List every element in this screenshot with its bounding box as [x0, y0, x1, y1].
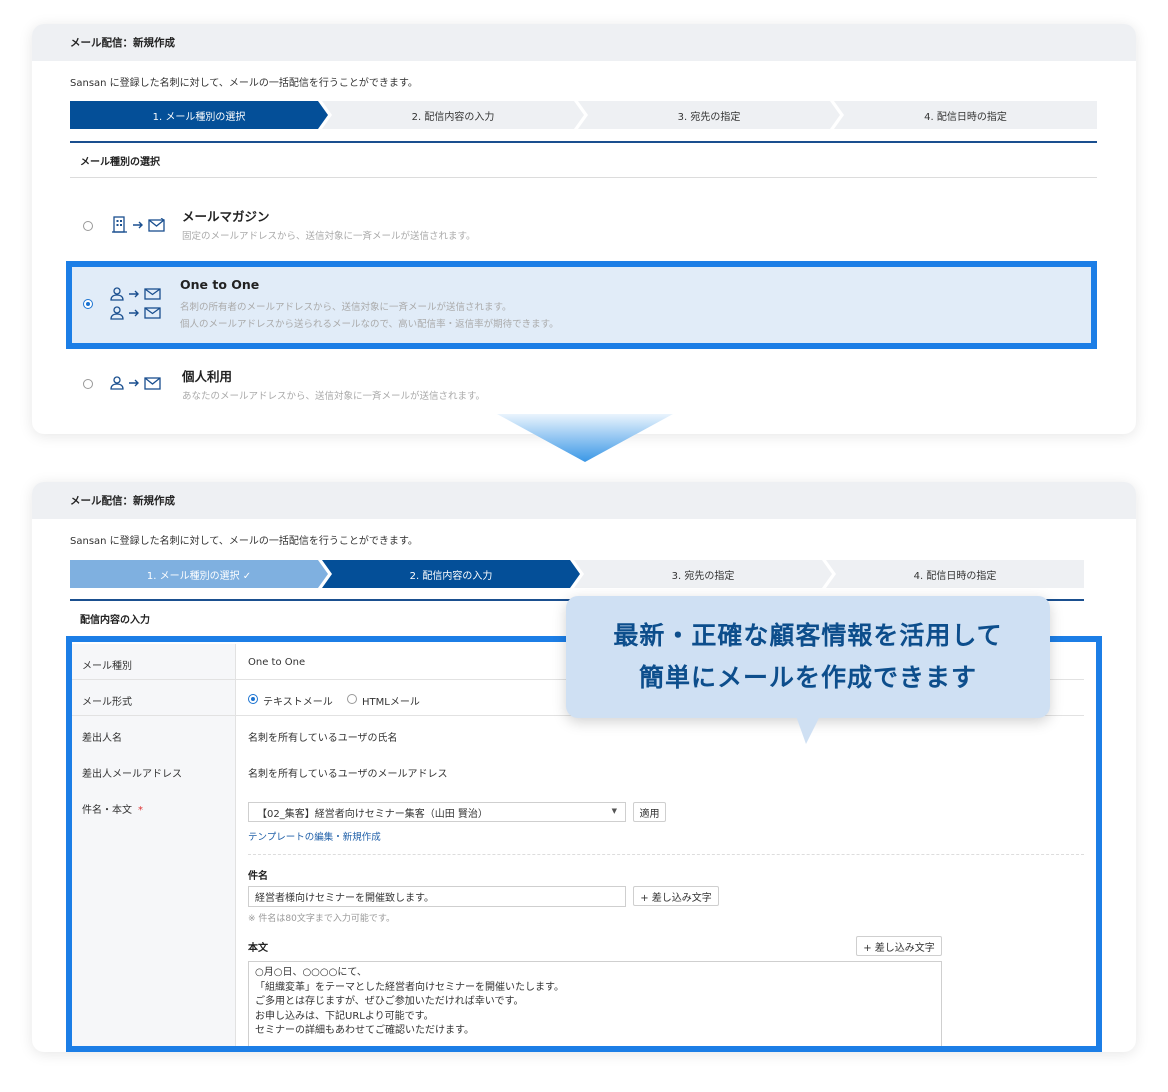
radio-personal[interactable] [83, 379, 93, 389]
option-title: 個人利用 [182, 369, 233, 384]
building-icon [112, 216, 127, 233]
step-4[interactable]: 4. 配信日時の指定 [826, 560, 1084, 588]
option-mail-magazine[interactable]: メールマガジン 固定のメールアドレスから、送信対象に一斉メールが送信されます。 [70, 194, 1097, 254]
panel-description: Sansan に登録した名刺に対して、メールの一括配信を行うことができます。 [70, 536, 418, 547]
option-personal[interactable]: 個人利用 あなたのメールアドレスから、送信対象に一斉メールが送信されます。 [70, 354, 1097, 414]
feature-callout: 最新・正確な顧客情報を活用して 簡単にメールを作成できます [566, 596, 1050, 718]
building-to-mail-icon [112, 216, 166, 233]
step-2[interactable]: 2. 配信内容の入力 [322, 101, 584, 129]
divider [70, 177, 1097, 178]
mail-icon [148, 217, 165, 232]
step-progress: 1. メール種別の選択 2. 配信内容の入力 3. 宛先の指定 4. 配信日時の… [70, 101, 1097, 129]
callout-line-2: 簡単にメールを作成できます [638, 663, 977, 692]
section-title: 配信内容の入力 [80, 615, 150, 626]
arrow-right-icon [133, 221, 143, 228]
selected-option-highlight [66, 261, 1097, 349]
step-3[interactable]: 3. 宛先の指定 [578, 101, 840, 129]
arrow-right-icon [129, 379, 139, 387]
step-2[interactable]: 2. 配信内容の入力 [322, 560, 580, 588]
mail-icon [144, 377, 161, 390]
option-description: 固定のメールアドレスから、送信対象に一斉メールが送信されます。 [182, 231, 476, 242]
panel-header: メール配信：新規作成 [32, 482, 1136, 519]
radio-mail-magazine[interactable] [83, 221, 93, 231]
section-title: メール種別の選択 [80, 157, 160, 168]
callout-tail [796, 716, 820, 744]
step-1[interactable]: 1. メール種別の選択 ✓ [70, 560, 328, 588]
person-to-mail-icon [110, 376, 162, 390]
option-description: あなたのメールアドレスから、送信対象に一斉メールが送信されます。 [182, 391, 486, 402]
panel-description: Sansan に登録した名刺に対して、メールの一括配信を行うことができます。 [70, 78, 418, 89]
step-4[interactable]: 4. 配信日時の指定 [834, 101, 1097, 129]
panel-header: メール配信：新規作成 [32, 24, 1136, 61]
step-1[interactable]: 1. メール種別の選択 [70, 101, 328, 129]
callout-line-1: 最新・正確な顧客情報を活用して [613, 621, 1003, 650]
option-title: メールマガジン [182, 209, 270, 224]
step-progress: 1. メール種別の選択 ✓ 2. 配信内容の入力 3. 宛先の指定 4. 配信日… [70, 560, 1084, 588]
person-icon [110, 376, 124, 390]
divider [70, 141, 1097, 143]
down-arrow-icon [497, 414, 673, 462]
step-3[interactable]: 3. 宛先の指定 [574, 560, 832, 588]
mail-type-panel: メール配信：新規作成 Sansan に登録した名刺に対して、メールの一括配信を行… [32, 24, 1136, 434]
